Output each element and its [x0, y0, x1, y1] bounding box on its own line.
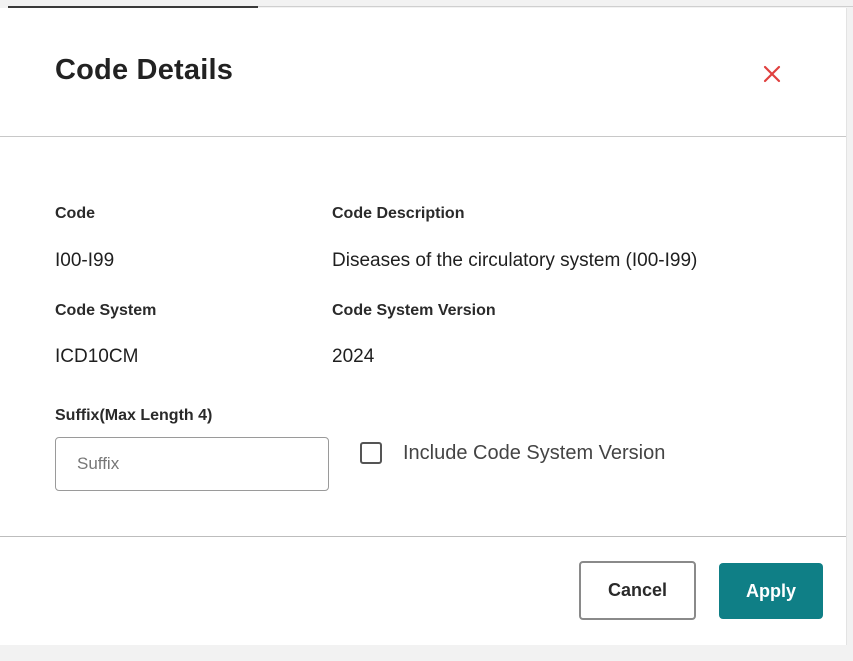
- code-system-label: Code System: [55, 302, 157, 319]
- code-details-dialog: Code Details Code I00-I99 Code Descripti…: [0, 8, 847, 645]
- code-description-label: Code Description: [332, 205, 465, 222]
- background-divider-light: [258, 6, 853, 7]
- code-label: Code: [55, 205, 95, 222]
- include-code-system-version-checkbox[interactable]: [360, 442, 382, 464]
- apply-button[interactable]: Apply: [719, 563, 823, 619]
- code-description-value: Diseases of the circulatory system (I00-…: [332, 250, 698, 271]
- code-value: I00-I99: [55, 250, 115, 271]
- dialog-title: Code Details: [55, 54, 234, 86]
- footer-divider: [0, 536, 846, 537]
- suffix-input[interactable]: [55, 437, 329, 491]
- dialog-header: Code Details: [0, 8, 846, 137]
- include-code-system-version-label: Include Code System Version: [403, 441, 666, 464]
- suffix-label: Suffix(Max Length 4): [55, 407, 213, 424]
- code-system-version-value: 2024: [332, 346, 375, 367]
- close-button[interactable]: [757, 59, 787, 89]
- cancel-button[interactable]: Cancel: [579, 561, 696, 620]
- close-icon: [763, 65, 781, 83]
- code-system-version-label: Code System Version: [332, 302, 496, 319]
- code-system-value: ICD10CM: [55, 346, 139, 367]
- include-code-system-version-option[interactable]: Include Code System Version: [360, 440, 665, 466]
